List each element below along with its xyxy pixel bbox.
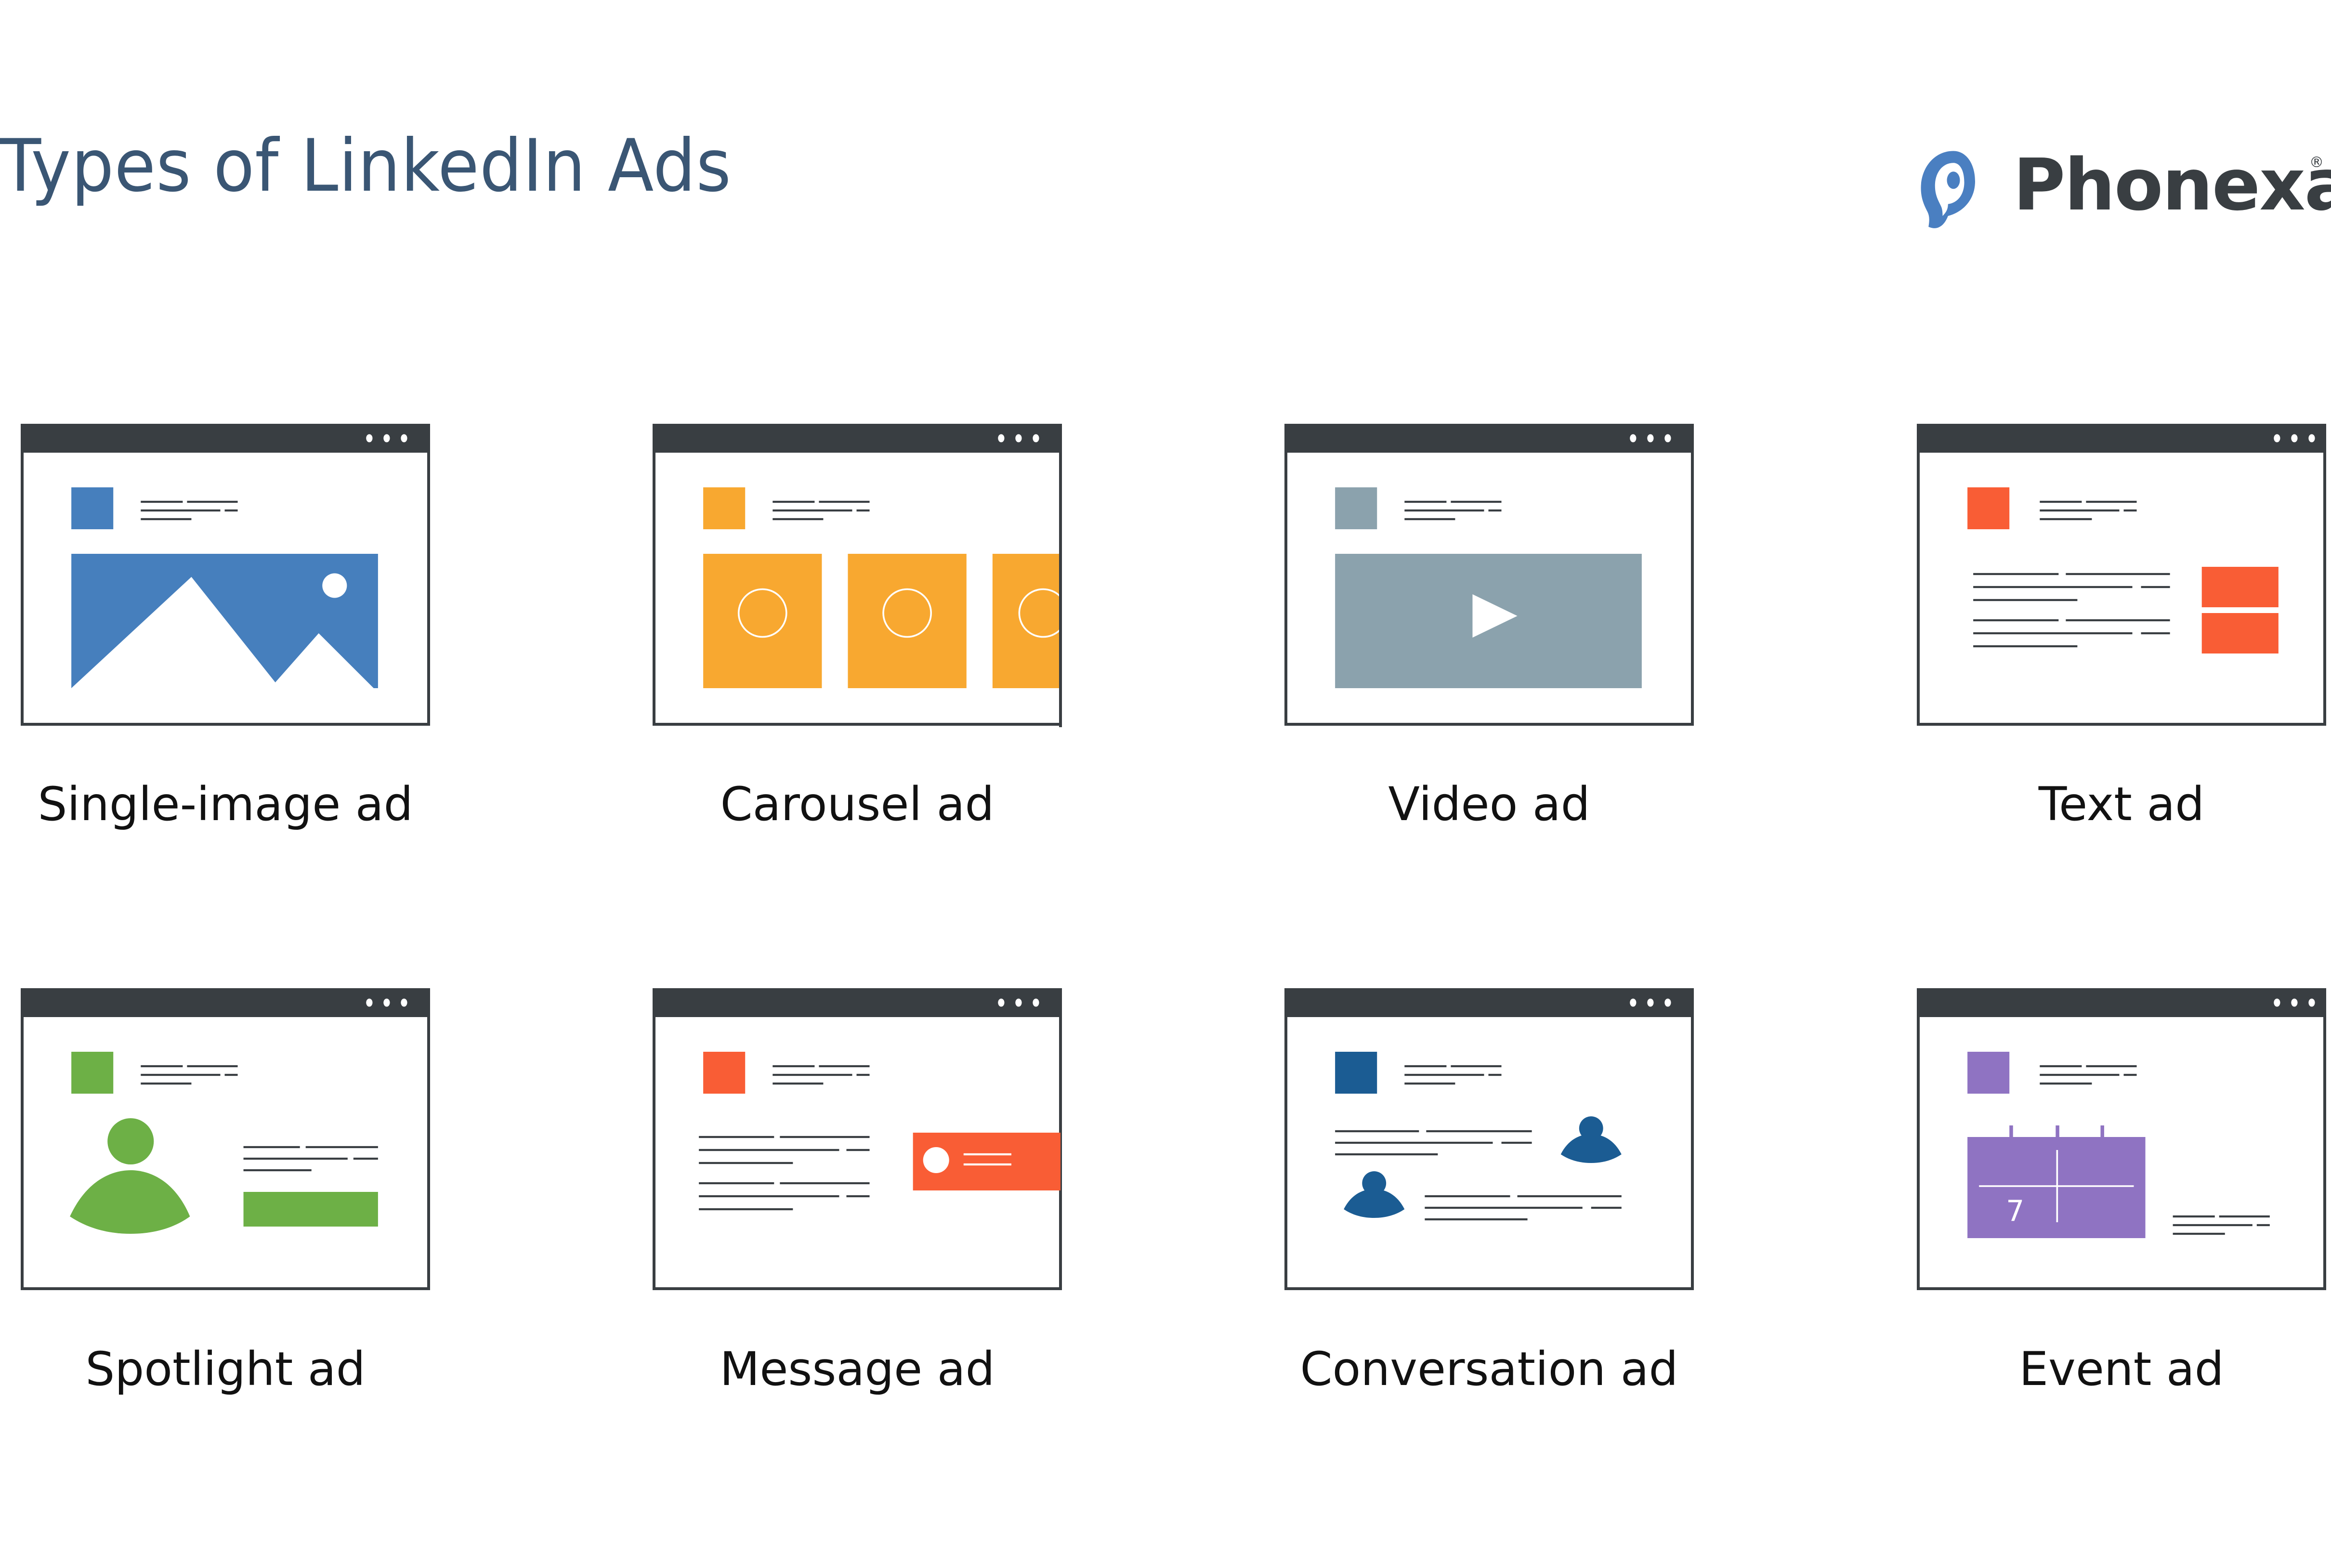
page-title: Types of LinkedIn Ads [0,124,732,208]
cta-button [243,1192,378,1227]
cta-button [2201,613,2279,653]
ad-card-single-image [21,424,430,727]
avatar-square [71,487,114,529]
carousel-cards-icon [703,554,1059,688]
ad-card-carousel [653,424,1062,727]
message-bubble-icon [913,1133,1061,1190]
ad-card-text [1917,424,2326,727]
avatar-square [703,487,746,529]
ad-type-label: Conversation ad [1300,1342,1678,1396]
avatar-square [1967,1052,2010,1094]
registered-mark: ® [2309,154,2324,171]
ad-card-conversation [1284,988,1694,1292]
ad-type-label: Single-image ad [38,777,413,831]
browser-window-frame [21,988,430,1290]
ad-card-video [1284,424,1694,727]
avatar-square [703,1052,746,1094]
avatar-square [1967,487,2010,529]
calendar-icon: 7 [1967,1125,2146,1238]
ad-type-label: Video ad [1388,777,1590,831]
cta-button [2201,567,2279,607]
speech-bubble-p-icon [1921,151,1975,228]
avatar-square [71,1052,114,1094]
brand-logo: Phonexa ® [1914,144,2331,231]
ad-type-label: Spotlight ad [85,1342,366,1396]
ad-type-label: Message ad [720,1342,995,1396]
brand-name: Phonexa [2013,144,2331,226]
avatar-square [1335,487,1377,529]
ad-type-label: Text ad [2038,777,2205,831]
avatar-square [1335,1052,1377,1094]
ad-card-message [653,988,1062,1292]
browser-window-frame [1284,988,1694,1290]
mountain-image-icon [71,554,378,698]
ad-type-label: Carousel ad [720,777,995,831]
ad-card-spotlight [21,988,430,1292]
ad-card-event: 7 [1917,988,2326,1292]
ad-type-label: Event ad [2019,1342,2224,1396]
calendar-day: 7 [2006,1194,2024,1228]
